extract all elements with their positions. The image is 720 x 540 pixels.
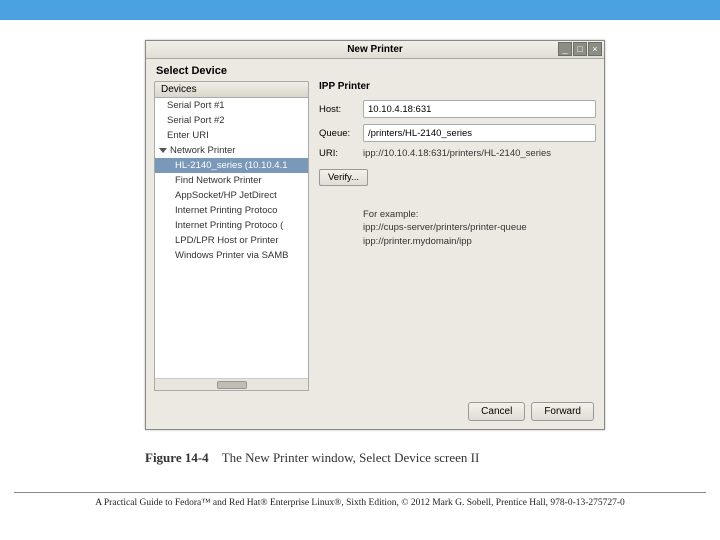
- device-find-network[interactable]: Find Network Printer: [155, 173, 308, 188]
- ipp-form: IPP Printer Host: Queue: URI: ipp://10.1…: [319, 81, 596, 391]
- device-network-group[interactable]: Network Printer: [155, 143, 308, 158]
- example-block: For example: ipp://cups-server/printers/…: [363, 208, 596, 248]
- ipp-title: IPP Printer: [319, 81, 596, 92]
- host-label: Host:: [319, 104, 357, 115]
- horizontal-scrollbar[interactable]: [155, 378, 308, 390]
- dialog-buttons: Cancel Forward: [468, 402, 594, 421]
- device-ipp-2[interactable]: Internet Printing Protoco (: [155, 218, 308, 233]
- host-input[interactable]: [363, 100, 596, 118]
- figure-text: The New Printer window, Select Device sc…: [222, 450, 480, 465]
- device-network-label: Network Printer: [170, 145, 235, 156]
- example-line-2: ipp://printer.mydomain/ipp: [363, 235, 596, 248]
- close-icon[interactable]: ×: [588, 42, 602, 56]
- window-title: New Printer: [146, 44, 604, 55]
- page-top-accent: [0, 0, 720, 20]
- window-buttons: _ □ ×: [558, 42, 602, 56]
- minimize-icon[interactable]: _: [558, 42, 572, 56]
- chevron-down-icon: [159, 148, 167, 153]
- device-appsocket[interactable]: AppSocket/HP JetDirect: [155, 188, 308, 203]
- device-enter-uri[interactable]: Enter URI: [155, 128, 308, 143]
- queue-label: Queue:: [319, 128, 357, 139]
- device-samba[interactable]: Windows Printer via SAMB: [155, 248, 308, 263]
- device-ipp-1[interactable]: Internet Printing Protoco: [155, 203, 308, 218]
- verify-button[interactable]: Verify...: [319, 169, 368, 186]
- host-row: Host:: [319, 100, 596, 118]
- device-serial-2[interactable]: Serial Port #2: [155, 113, 308, 128]
- forward-button[interactable]: Forward: [531, 402, 594, 421]
- device-list: Serial Port #1 Serial Port #2 Enter URI …: [154, 98, 309, 391]
- content-area: Devices Serial Port #1 Serial Port #2 En…: [146, 81, 604, 391]
- example-line-1: ipp://cups-server/printers/printer-queue: [363, 221, 596, 234]
- scrollbar-thumb[interactable]: [217, 381, 247, 389]
- device-hl2140[interactable]: HL-2140_series (10.10.4.1: [155, 158, 308, 173]
- uri-value: ipp://10.10.4.18:631/printers/HL-2140_se…: [363, 148, 551, 159]
- device-serial-1[interactable]: Serial Port #1: [155, 98, 308, 113]
- uri-label: URI:: [319, 148, 357, 159]
- citation-rule: [14, 492, 706, 493]
- maximize-icon[interactable]: □: [573, 42, 587, 56]
- titlebar: New Printer _ □ ×: [146, 41, 604, 59]
- example-heading: For example:: [363, 208, 596, 221]
- queue-row: Queue:: [319, 124, 596, 142]
- devices-header: Devices: [154, 81, 309, 98]
- figure-number: Figure 14-4: [145, 450, 209, 465]
- citation-text: A Practical Guide to Fedora™ and Red Hat…: [14, 498, 706, 508]
- queue-input[interactable]: [363, 124, 596, 142]
- device-items: Serial Port #1 Serial Port #2 Enter URI …: [155, 98, 308, 378]
- cancel-button[interactable]: Cancel: [468, 402, 525, 421]
- new-printer-window: New Printer _ □ × Select Device Devices …: [145, 40, 605, 430]
- uri-row: URI: ipp://10.10.4.18:631/printers/HL-21…: [319, 148, 596, 159]
- devices-panel: Devices Serial Port #1 Serial Port #2 En…: [154, 81, 309, 391]
- section-heading: Select Device: [146, 59, 604, 81]
- device-lpd[interactable]: LPD/LPR Host or Printer: [155, 233, 308, 248]
- figure-caption: Figure 14-4 The New Printer window, Sele…: [145, 450, 479, 466]
